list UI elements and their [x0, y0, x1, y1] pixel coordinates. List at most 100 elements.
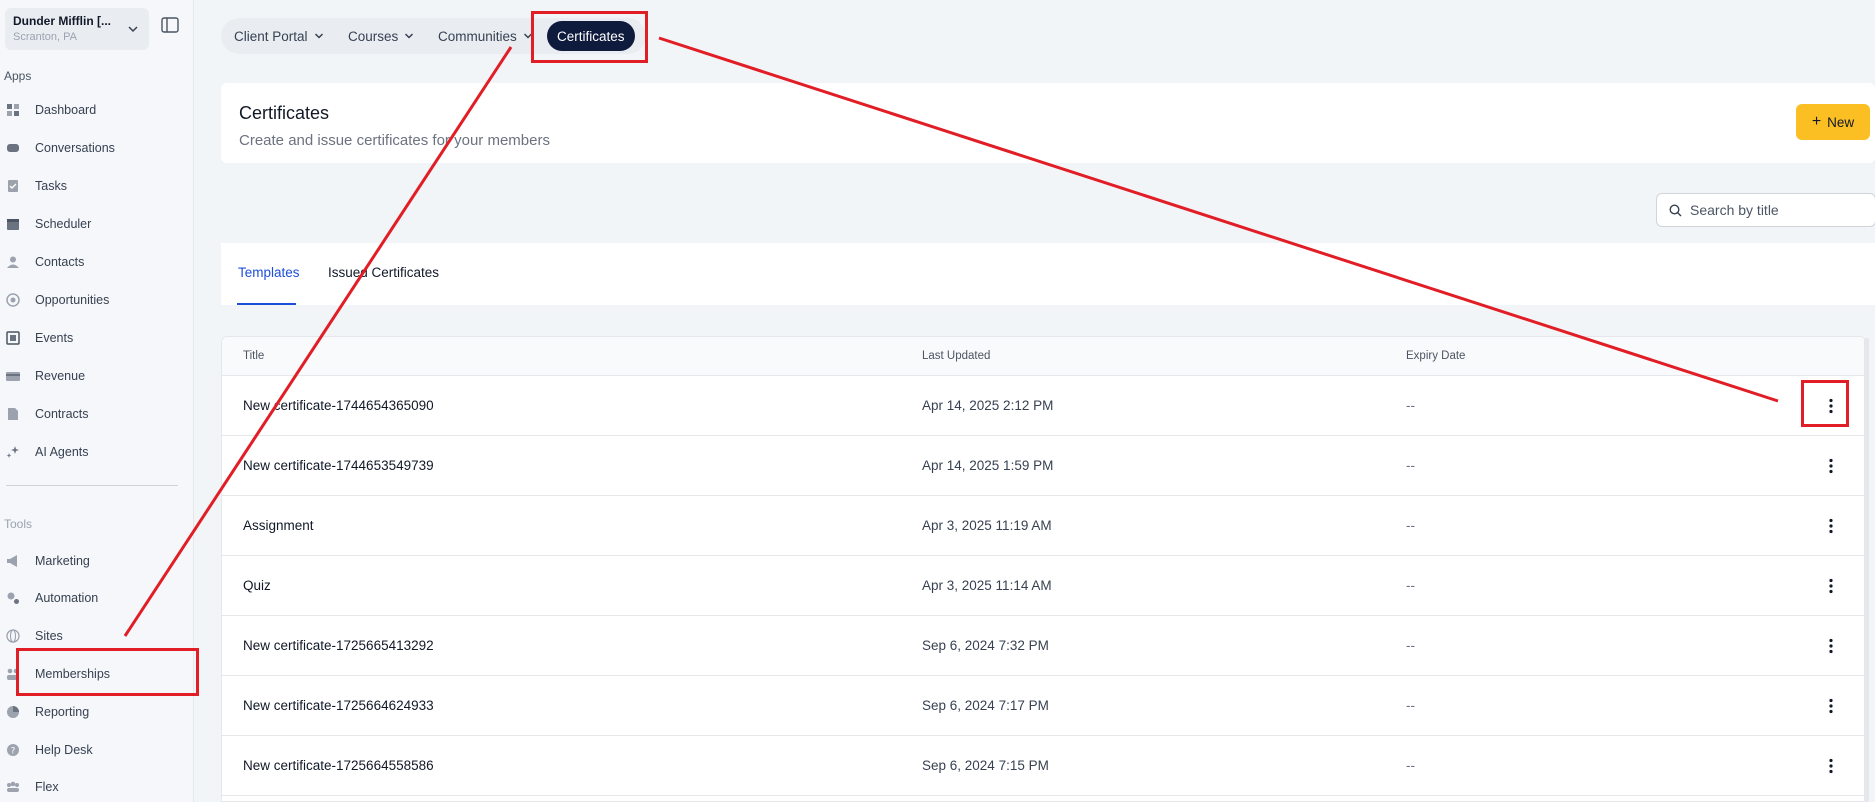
sidebar-item-ai-agents[interactable]: AI Agents — [6, 440, 186, 464]
sidebar-item-marketing[interactable]: Marketing — [6, 549, 186, 573]
sidebar-item-tasks[interactable]: Tasks — [6, 174, 186, 198]
topnav-certificates[interactable]: Certificates — [547, 21, 635, 51]
sidebar-item-events[interactable]: Events — [6, 326, 186, 350]
topnav-label: Courses — [348, 28, 399, 44]
table-row[interactable]: New certificate-1725664558586 Sep 6, 202… — [222, 736, 1865, 796]
row-expiry: -- — [1406, 458, 1415, 473]
topnav-client-portal[interactable]: Client Portal — [234, 18, 324, 54]
table-header: Title Last Updated Expiry Date — [222, 337, 1865, 376]
sidebar-item-help-desk[interactable]: ? Help Desk — [6, 738, 186, 762]
sidebar-item-label: Sites — [35, 629, 63, 643]
more-options-icon[interactable] — [1822, 697, 1840, 715]
column-header-title[interactable]: Title — [243, 350, 264, 362]
group-icon — [7, 781, 19, 792]
column-header-expiry-date[interactable]: Expiry Date — [1406, 350, 1465, 362]
table-row[interactable]: New certificate-1725664624933 Sep 6, 202… — [222, 676, 1865, 736]
sidebar-item-label: Reporting — [35, 705, 90, 719]
sidebar-item-label: Contracts — [35, 407, 89, 421]
table-row[interactable]: Assignment Apr 3, 2025 11:19 AM -- — [222, 496, 1865, 556]
sidebar-item-label: Opportunities — [35, 293, 110, 307]
user-icon — [7, 256, 19, 268]
row-last-updated: Sep 6, 2024 7:17 PM — [922, 698, 1049, 713]
plus-icon: + — [1811, 113, 1822, 130]
sidebar-item-revenue[interactable]: Revenue — [6, 364, 186, 388]
sidebar-item-reporting[interactable]: Reporting — [6, 700, 186, 724]
sidebar-item-flex[interactable]: Flex — [6, 775, 186, 799]
topnav-label: Client Portal — [234, 28, 308, 44]
globe-icon — [6, 629, 20, 643]
row-title: New certificate-1725664558586 — [243, 758, 434, 773]
tab-templates[interactable]: Templates — [238, 265, 300, 280]
row-expiry: -- — [1406, 698, 1415, 713]
document-icon — [8, 408, 18, 420]
row-last-updated: Apr 3, 2025 11:19 AM — [922, 518, 1052, 533]
row-title: New certificate-1725665413292 — [243, 638, 434, 653]
certificates-table: Title Last Updated Expiry Date New certi… — [221, 336, 1866, 802]
tasks-icon — [8, 180, 18, 192]
more-options-icon[interactable] — [1822, 457, 1840, 475]
sidebar-item-conversations[interactable]: Conversations — [6, 136, 186, 160]
tab-issued-certificates[interactable]: Issued Certificates — [328, 265, 439, 280]
column-header-last-updated[interactable]: Last Updated — [922, 350, 990, 362]
sidebar-toggle-icon[interactable] — [161, 17, 179, 33]
row-title: Quiz — [243, 578, 271, 593]
new-certificate-button[interactable]: + New — [1796, 104, 1870, 140]
sidebar-item-memberships[interactable]: Memberships — [6, 662, 186, 686]
tab-bar: Templates Issued Certificates — [221, 243, 1875, 305]
page-title: Certificates — [239, 103, 330, 123]
table-row[interactable]: New certificate-1725665413292 Sep 6, 202… — [222, 616, 1865, 676]
sidebar-item-label: Flex — [35, 780, 59, 794]
chevron-down-icon — [314, 33, 323, 39]
target-icon — [6, 293, 20, 307]
sidebar-item-label: Automation — [35, 591, 99, 605]
search-input[interactable] — [1690, 202, 1870, 218]
tools-section-label: Tools — [4, 517, 33, 531]
new-button-label: New — [1827, 114, 1855, 130]
account-switcher[interactable]: Dunder Mifflin [... Scranton, PA — [5, 8, 149, 50]
sidebar-item-label: Dashboard — [35, 103, 97, 117]
calendar-icon — [7, 219, 19, 230]
sidebar-divider — [6, 485, 178, 486]
chat-icon — [7, 144, 19, 152]
row-title: New certificate-1744654365090 — [243, 398, 434, 413]
chevron-down-icon — [128, 26, 138, 33]
sidebar-item-opportunities[interactable]: Opportunities — [6, 288, 186, 312]
sidebar-item-contacts[interactable]: Contacts — [6, 250, 186, 274]
more-options-icon[interactable] — [1822, 637, 1840, 655]
row-last-updated: Sep 6, 2024 7:15 PM — [922, 758, 1049, 773]
table-row[interactable]: New certificate-1744654365090 Apr 14, 20… — [222, 376, 1865, 436]
row-title: Assignment — [243, 518, 314, 533]
more-options-icon[interactable] — [1822, 397, 1840, 415]
row-expiry: -- — [1406, 578, 1415, 593]
sidebar-item-scheduler[interactable]: Scheduler — [6, 212, 186, 236]
row-title: New certificate-1725664624933 — [243, 698, 434, 713]
chevron-down-icon — [523, 33, 532, 39]
row-last-updated: Apr 14, 2025 2:12 PM — [922, 398, 1054, 413]
sidebar-item-sites[interactable]: Sites — [6, 624, 186, 648]
table-row[interactable]: Quiz Apr 3, 2025 11:14 AM -- — [222, 556, 1865, 616]
account-name: Dunder Mifflin [... — [13, 14, 111, 28]
pie-icon — [7, 706, 19, 718]
table-scrollbar[interactable] — [1864, 338, 1869, 802]
members-icon — [7, 668, 19, 680]
sparkle-icon — [6, 446, 19, 458]
sidebar-item-contracts[interactable]: Contracts — [6, 402, 186, 426]
account-location: Scranton, PA — [13, 31, 77, 43]
sidebar-item-automation[interactable]: Automation — [6, 586, 186, 610]
sidebar-item-label: Help Desk — [35, 743, 93, 757]
more-options-icon[interactable] — [1822, 757, 1840, 775]
sidebar-item-label: Revenue — [35, 369, 86, 383]
chevron-down-icon — [405, 33, 414, 39]
table-row[interactable]: New certificate-1744653549739 Apr 14, 20… — [222, 436, 1865, 496]
topnav-communities[interactable]: Communities — [438, 18, 533, 54]
help-icon: ? — [7, 744, 19, 757]
topnav-label: Communities — [438, 28, 517, 44]
sidebar-item-dashboard[interactable]: Dashboard — [6, 98, 186, 122]
sidebar-item-label: AI Agents — [35, 445, 89, 459]
row-last-updated: Apr 14, 2025 1:59 PM — [922, 458, 1054, 473]
topnav-courses[interactable]: Courses — [348, 18, 414, 54]
sidebar-item-label: Tasks — [35, 179, 67, 193]
dashboard-icon — [7, 104, 19, 116]
more-options-icon[interactable] — [1822, 517, 1840, 535]
more-options-icon[interactable] — [1822, 577, 1840, 595]
